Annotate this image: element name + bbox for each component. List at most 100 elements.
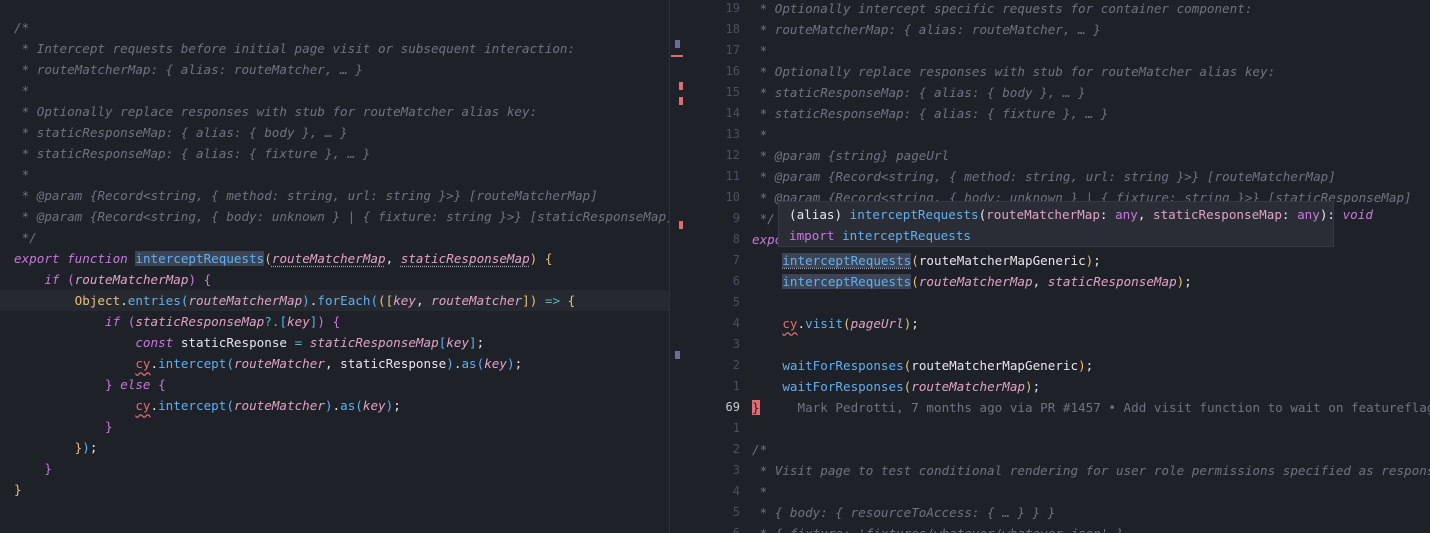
identifier: key (362, 398, 386, 413)
scrollbar-marker (671, 55, 683, 57)
line-number: 8 (732, 232, 740, 246)
keyword: if (105, 314, 121, 329)
comment-text: * staticResponseMap: { alias: { body }, … (14, 125, 348, 140)
line-number: 2 (732, 442, 740, 456)
scrollbar-marker (679, 97, 683, 105)
identifier: routeMatcher (233, 356, 325, 371)
parameter: routeMatcherMap (271, 251, 386, 266)
line-number: 5 (732, 505, 740, 519)
identifier: routeMatcherMapGeneric (911, 358, 1079, 373)
identifier: pageUrl (850, 316, 904, 331)
code-line[interactable]: * Intercept requests before initial page… (0, 38, 670, 59)
code-line[interactable]: const staticResponse = staticResponseMap… (0, 332, 670, 353)
method: as (340, 398, 356, 413)
line-number: 5 (732, 295, 740, 309)
line-number: 11 (725, 169, 740, 183)
code-line[interactable]: cy.intercept(routeMatcher).as(key); (0, 395, 670, 416)
keyword: else (120, 377, 151, 392)
comment-text: * (752, 127, 768, 142)
code-line[interactable]: * Optionally replace responses with stub… (0, 101, 670, 122)
parameter: routeMatcherMap (986, 207, 1100, 222)
identifier: cy (782, 316, 798, 331)
pane-divider[interactable] (669, 0, 670, 533)
line-number: 2 (732, 358, 740, 372)
keyword: function (67, 251, 128, 266)
method: intercept (158, 356, 227, 371)
scrollbar-marker (675, 351, 680, 359)
code-line-active[interactable]: Object.entries(routeMatcherMap).forEach(… (0, 290, 670, 311)
scrollbar-marker (679, 82, 683, 90)
function-call: waitForResponses (782, 379, 904, 394)
code-line[interactable]: * (0, 164, 670, 185)
parameter: staticResponseMap (1153, 207, 1282, 222)
code-line[interactable]: * @param {Record<string, { method: strin… (0, 185, 670, 206)
identifier: routeMatcherMap (918, 274, 1033, 289)
return-type: void (1342, 207, 1373, 222)
identifier: staticResponse (340, 356, 447, 371)
line-number: 10 (725, 190, 740, 204)
function-name[interactable]: interceptRequests (135, 251, 265, 266)
code-line[interactable]: * staticResponseMap: { alias: { body }, … (0, 122, 670, 143)
line-number: 13 (725, 127, 740, 141)
identifier: cy (135, 356, 151, 371)
import-name: interceptRequests (842, 228, 971, 243)
comment-text: * @param {Record<string, { method: strin… (752, 169, 1336, 184)
comment-text: * @param {string} pageUrl (752, 148, 950, 163)
identifier: staticResponseMap (1047, 274, 1177, 289)
line-number: 4 (732, 484, 740, 498)
identifier: key (484, 356, 507, 371)
code-line[interactable]: }); (0, 437, 670, 458)
identifier: key (393, 293, 416, 308)
identifier: routeMatcherMap (74, 272, 189, 287)
line-number: 1 (732, 421, 740, 435)
line-number: 1 (732, 379, 740, 393)
type: any (1297, 207, 1320, 222)
code-line[interactable]: * @param {Record<string, { body: unknown… (0, 206, 670, 227)
identifier: routeMatcher (233, 398, 325, 413)
parameter: staticResponseMap (400, 251, 530, 266)
code-line[interactable]: * (0, 80, 670, 101)
keyword: if (44, 272, 60, 287)
code-line-function-declaration[interactable]: export function interceptRequests(routeM… (0, 248, 670, 269)
left-scrollbar[interactable] (671, 0, 698, 533)
identifier: routeMatcherMapGeneric (918, 253, 1086, 268)
identifier: routeMatcherMap (188, 293, 303, 308)
code-line[interactable]: } (0, 479, 670, 500)
function-call[interactable]: interceptRequests (782, 253, 912, 268)
identifier: routeMatcherMap (911, 379, 1025, 394)
right-editor-pane[interactable]: 19 * Optionally intercept specific reque… (698, 0, 1430, 533)
code-line[interactable]: * routeMatcherMap: { alias: routeMatcher… (0, 59, 670, 80)
code-line[interactable]: if (routeMatcherMap) { (0, 269, 670, 290)
keyword: import (789, 228, 835, 243)
function-call: waitForResponses (782, 358, 904, 373)
code-line[interactable]: cy.intercept(routeMatcher, staticRespons… (0, 353, 670, 374)
line-number: 3 (732, 463, 740, 477)
comment-text: * @param {Record<string, { body: unknown… (14, 209, 670, 224)
code-line[interactable]: */ (0, 227, 670, 248)
hover-import: import interceptRequests (789, 225, 1323, 246)
identifier: cy (135, 398, 151, 413)
code-line[interactable]: /* (0, 17, 670, 38)
line-number-current: 69 (725, 400, 740, 414)
code-line[interactable]: if (staticResponseMap?.[key]) { (0, 311, 670, 332)
code-line[interactable]: } (0, 416, 670, 437)
line-number: 6 (732, 526, 740, 533)
code-line[interactable]: } else { (0, 374, 670, 395)
comment-text: */ (14, 230, 37, 245)
line-number: 3 (732, 337, 740, 351)
line-number: 7 (732, 253, 740, 267)
code-line[interactable]: } (0, 458, 670, 479)
comment-text: * routeMatcherMap: { alias: routeMatcher… (14, 62, 363, 77)
function-call[interactable]: interceptRequests (782, 274, 912, 289)
git-blame-annotation[interactable]: Mark Pedrotti, 7 months ago via PR #1457… (798, 400, 1430, 415)
keyword: export (14, 251, 60, 266)
comment-text: * (752, 43, 768, 58)
code-line[interactable]: * staticResponseMap: { alias: { fixture … (0, 143, 670, 164)
identifier: key (446, 335, 470, 350)
hover-tooltip[interactable]: (alias) interceptRequests(routeMatcherMa… (778, 201, 1373, 247)
type: any (1115, 207, 1138, 222)
left-editor-pane[interactable]: /* * Intercept requests before initial p… (0, 0, 670, 533)
comment-text: * Intercept requests before initial page… (14, 41, 576, 56)
comment-text: /* (752, 442, 768, 457)
identifier: staticResponse (180, 335, 287, 350)
